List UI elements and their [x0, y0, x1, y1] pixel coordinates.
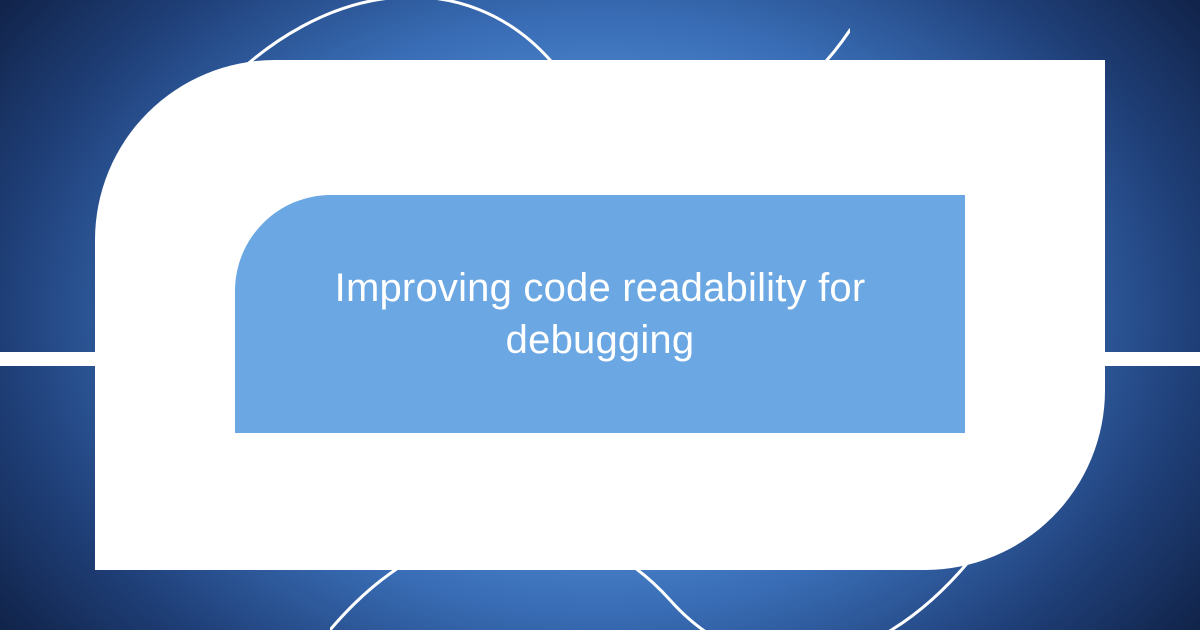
hero-banner: Improving code readability for debugging — [0, 0, 1200, 630]
inner-card: Improving code readability for debugging — [235, 195, 965, 433]
card-title: Improving code readability for debugging — [235, 262, 965, 366]
